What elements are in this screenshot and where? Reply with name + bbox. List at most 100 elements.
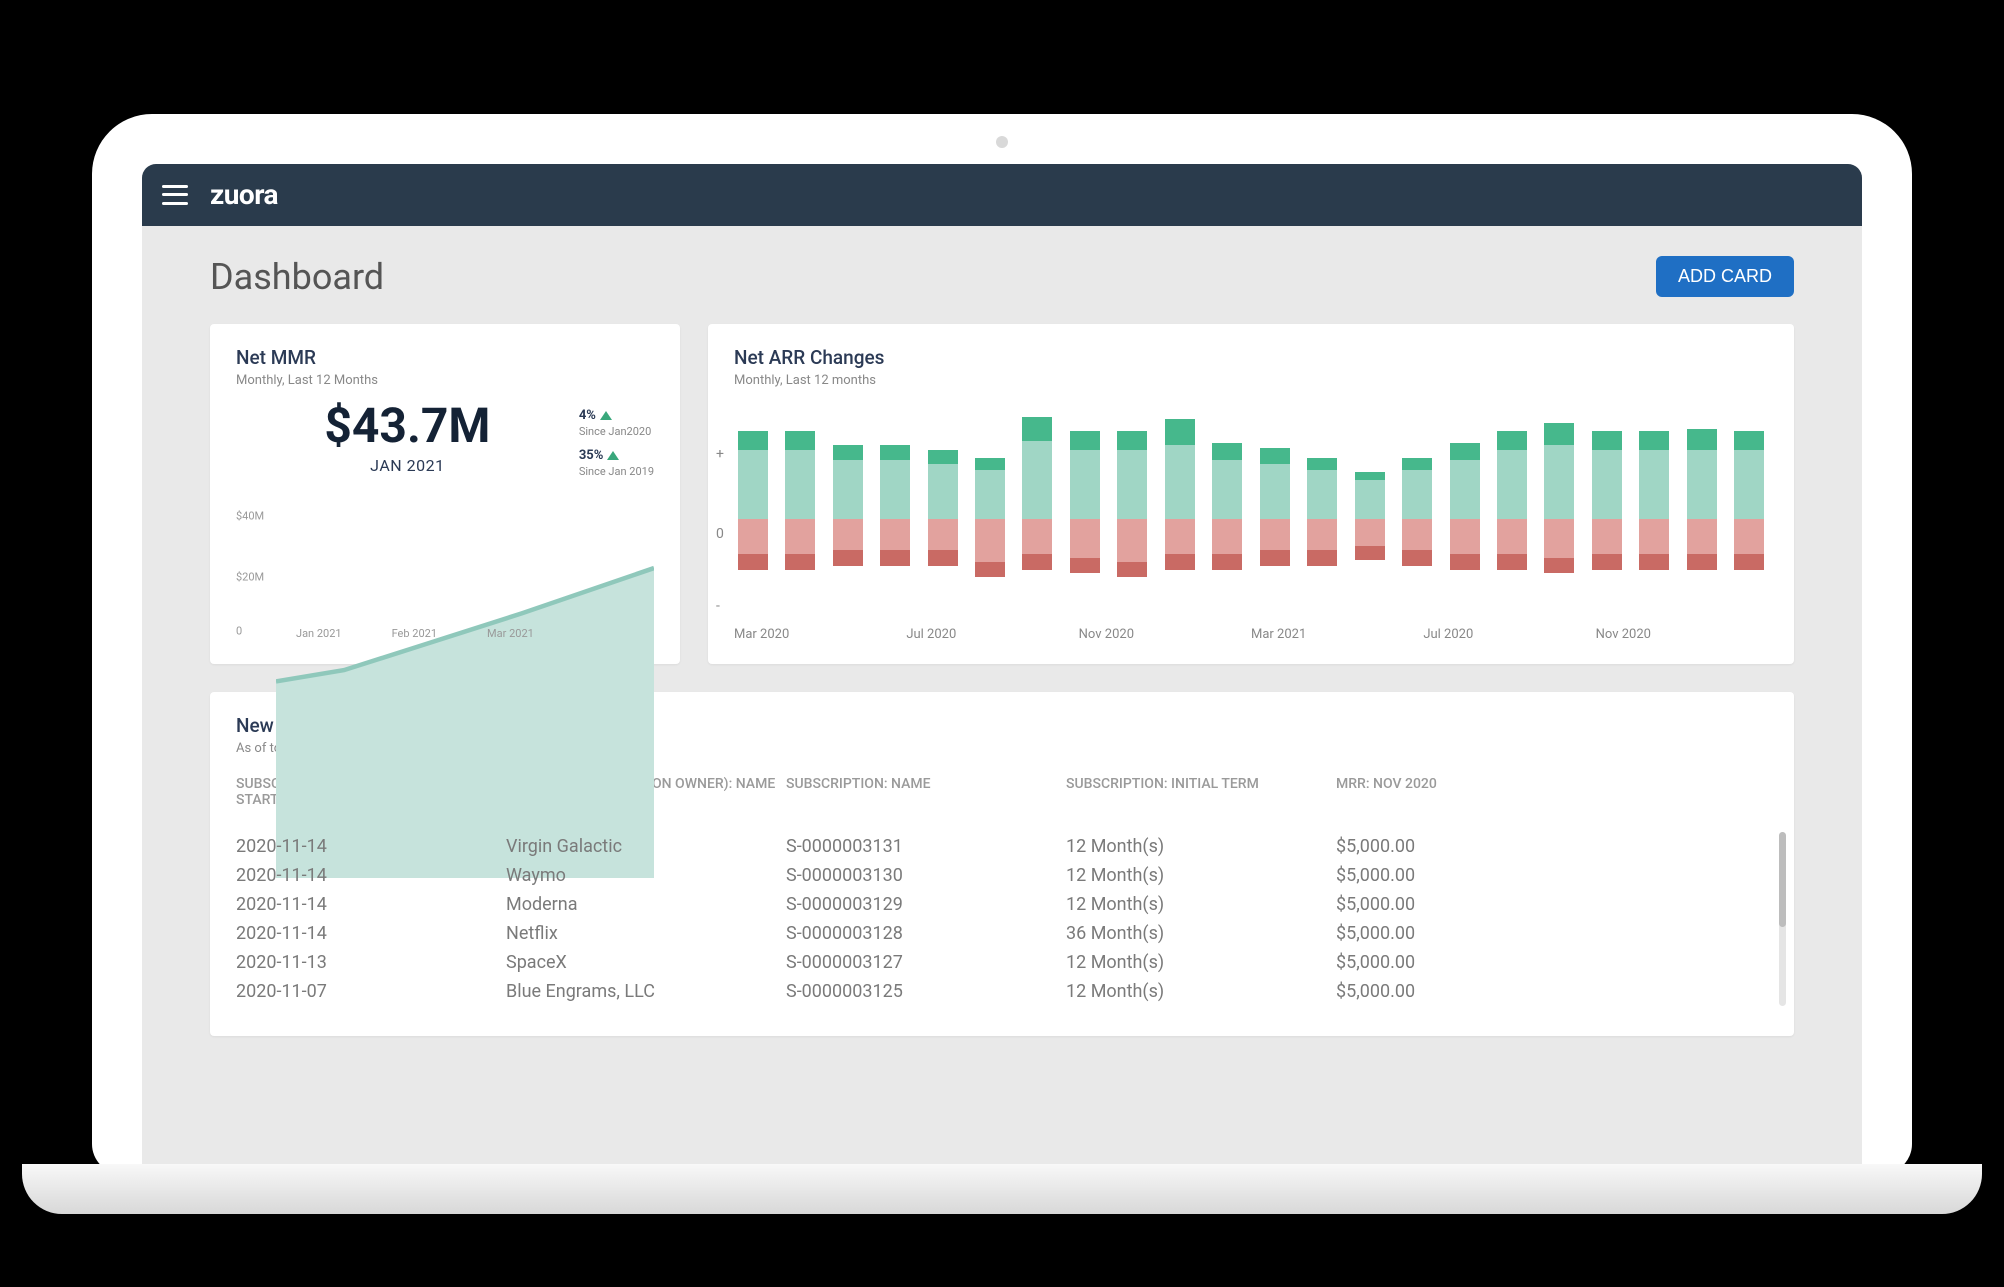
- table-row[interactable]: 2020-11-14Virgin GalacticS-000000313112 …: [236, 832, 1768, 861]
- arr-bar-chart: + 0 - Mar 2020 Jul 2020 Nov 2020 Mar 202…: [734, 402, 1768, 642]
- bar: [876, 402, 913, 617]
- cell-date: 2020-11-14: [236, 865, 496, 886]
- cell-term: 36 Month(s): [1066, 923, 1326, 944]
- axis-minus: -: [716, 598, 720, 614]
- cell-mrr: $5,000.00: [1336, 952, 1768, 973]
- app-screen: zuora Dashboard ADD CARD Net MMR Monthly…: [142, 164, 1862, 1174]
- triangle-up-icon: [607, 451, 619, 460]
- x-label: Nov 2020: [1596, 627, 1768, 642]
- x-label: Nov 2020: [1079, 627, 1251, 642]
- arr-x-labels: Mar 2020 Jul 2020 Nov 2020 Mar 2021 Jul …: [734, 617, 1768, 642]
- bar: [1683, 402, 1720, 617]
- cell-date: 2020-11-14: [236, 894, 496, 915]
- topbar: zuora: [142, 164, 1862, 226]
- bar: [1019, 402, 1056, 617]
- scrollbar-thumb[interactable]: [1779, 832, 1786, 928]
- page-title: Dashboard: [210, 256, 384, 298]
- bar: [1161, 402, 1198, 617]
- mmr-since-0: Since Jan2020: [579, 425, 654, 438]
- bar: [1731, 402, 1768, 617]
- bar: [1588, 402, 1625, 617]
- axis-zero: 0: [716, 526, 724, 542]
- table-body: 2020-11-14 Virgin Galactic S-0000003131 12 …: [236, 832, 1768, 1006]
- x-label: Mar 2021: [487, 627, 534, 640]
- mmr-change-1: 35%: [579, 448, 620, 463]
- bar: [1398, 402, 1435, 617]
- x-label: Feb 2021: [392, 627, 437, 640]
- bar: [829, 402, 866, 617]
- brand-logo: zuora: [210, 178, 278, 211]
- cell-mrr: $5,000.00: [1336, 923, 1768, 944]
- mmr-value: $43.7M: [236, 402, 579, 450]
- bar: [1351, 402, 1388, 617]
- cell-name: S-0000003127: [786, 952, 1056, 973]
- table-row[interactable]: 2020-11-13SpaceXS-000000312712 Month(s)$…: [236, 948, 1768, 977]
- menu-icon[interactable]: [162, 185, 188, 205]
- bar: [1303, 402, 1340, 617]
- bar: [1209, 402, 1246, 617]
- cell-mrr: $5,000.00: [1336, 865, 1768, 886]
- cell-name: S-0000003128: [786, 923, 1056, 944]
- cell-account: Waymo: [506, 865, 776, 886]
- card-subtitle: Monthly, Last 12 months: [734, 373, 1768, 388]
- x-labels: Jan 2021 Feb 2021 Mar 2021: [276, 627, 654, 640]
- x-label: Jul 2020: [906, 627, 1078, 642]
- bar: [971, 402, 1008, 617]
- card-title: Net ARR Changes: [734, 346, 1768, 369]
- bar: [1256, 402, 1293, 617]
- cell-account: Blue Engrams, LLC: [506, 981, 776, 1002]
- table-row[interactable]: 2020-11-07Blue Engrams, LLCS-00000031251…: [236, 977, 1768, 1006]
- bar: [781, 402, 818, 617]
- bar: [924, 402, 961, 617]
- table-row[interactable]: 2020-11-14ModernaS-000000312912 Month(s)…: [236, 890, 1768, 919]
- cell-date: 2020-11-13: [236, 952, 496, 973]
- mmr-area-chart: $40M $20M 0 Jan 2021 Feb 2021 Mar 2021: [236, 500, 654, 640]
- cell-account: Netflix: [506, 923, 776, 944]
- x-label: Jan 2021: [296, 627, 342, 640]
- card-subtitle: Monthly, Last 12 Months: [236, 373, 654, 388]
- bar: [1493, 402, 1530, 617]
- x-label: Mar 2020: [734, 627, 906, 642]
- cell-term: 12 Month(s): [1066, 836, 1326, 857]
- mmr-since-1: Since Jan 2019: [579, 465, 654, 478]
- bar: [734, 402, 771, 617]
- col-header-term[interactable]: SUBSCRIPTION: INITIAL TERM: [1066, 776, 1326, 808]
- bar: [1446, 402, 1483, 617]
- triangle-up-icon: [600, 411, 612, 420]
- bar: [1066, 402, 1103, 617]
- cell-mrr: $5,000.00: [1336, 836, 1768, 857]
- cell-name: S-0000003125: [786, 981, 1056, 1002]
- cell-name: S-0000003131: [786, 836, 1056, 857]
- net-arr-card[interactable]: Net ARR Changes Monthly, Last 12 months …: [708, 324, 1794, 664]
- net-mmr-card[interactable]: Net MMR Monthly, Last 12 Months $43.7M J…: [210, 324, 680, 664]
- table-row[interactable]: 2020-11-14 Netflix S-0000003128 36 Month(s)…: [236, 919, 1768, 948]
- mmr-change-0: 4%: [579, 408, 612, 423]
- axis-plus: +: [716, 446, 724, 462]
- bar: [1636, 402, 1673, 617]
- cell-account: SpaceX: [506, 952, 776, 973]
- scrollbar-track[interactable]: [1779, 832, 1786, 1006]
- cell-date: 2020-11-07: [236, 981, 496, 1002]
- page-header: Dashboard ADD CARD: [210, 256, 1794, 298]
- add-card-button[interactable]: ADD CARD: [1656, 256, 1794, 297]
- mmr-date: JAN 2021: [236, 456, 579, 475]
- table-row[interactable]: 2020-11-14 Waymo S-0000003130 12 Month(s) $5…: [236, 861, 1768, 890]
- cell-mrr: $5,000.00: [1336, 894, 1768, 915]
- area-svg: [276, 500, 654, 878]
- y-tick: 0: [236, 625, 242, 638]
- bar: [1541, 402, 1578, 617]
- card-title: Net MMR: [236, 346, 654, 369]
- col-header-name[interactable]: SUBSCRIPTION: NAME: [786, 776, 1056, 808]
- camera-dot: [996, 136, 1008, 148]
- y-tick: $20M: [236, 570, 264, 583]
- cell-mrr: $5,000.00: [1336, 981, 1768, 1002]
- x-label: Jul 2020: [1423, 627, 1595, 642]
- cell-name: S-0000003130: [786, 865, 1056, 886]
- cards-row-top: Net MMR Monthly, Last 12 Months $43.7M J…: [210, 324, 1794, 664]
- cell-term: 12 Month(s): [1066, 865, 1326, 886]
- cell-account: Virgin Galactic: [506, 836, 776, 857]
- cell-date: 2020-11-14: [236, 923, 496, 944]
- cell-term: 12 Month(s): [1066, 894, 1326, 915]
- col-header-mrr[interactable]: MRR: NOV 2020: [1336, 776, 1768, 808]
- laptop-frame: zuora Dashboard ADD CARD Net MMR Monthly…: [92, 114, 1912, 1174]
